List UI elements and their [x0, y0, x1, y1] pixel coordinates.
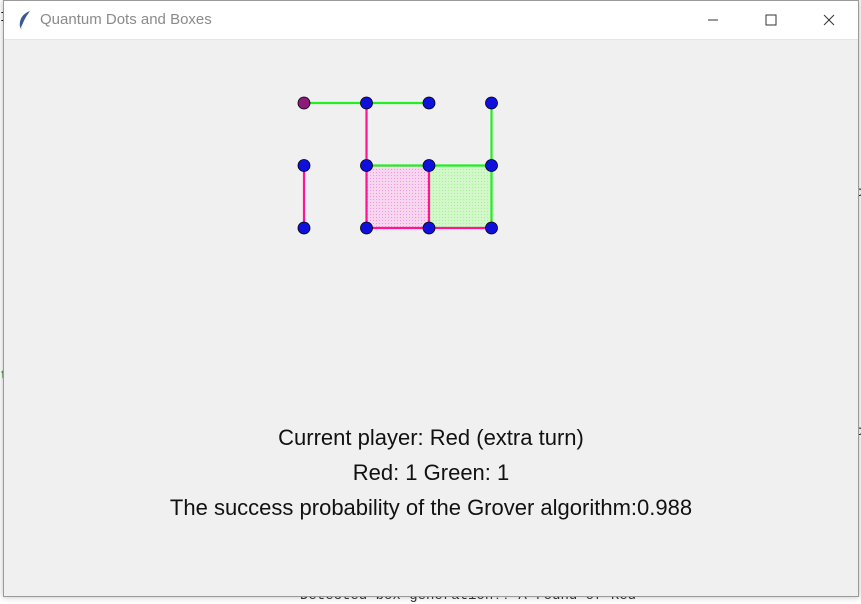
minimize-button[interactable]	[684, 1, 742, 39]
green-box	[429, 165, 492, 228]
app-window: Quantum Dots and Boxes Current player: R…	[3, 0, 859, 597]
score-label: Red: 1 Green: 1	[352, 460, 510, 485]
board-dot[interactable]	[297, 159, 311, 172]
window-title: Quantum Dots and Boxes	[40, 11, 212, 28]
minimize-icon	[708, 19, 718, 21]
board-dot[interactable]	[485, 96, 498, 110]
red-box	[366, 165, 429, 228]
board-dot[interactable]	[485, 159, 498, 172]
probability-label: The success probability of the Grover al…	[169, 495, 693, 520]
maximize-icon	[765, 14, 777, 26]
game-board[interactable]	[4, 40, 858, 400]
title-bar[interactable]: Quantum Dots and Boxes	[4, 1, 858, 40]
maximize-button[interactable]	[742, 1, 800, 39]
board-dot[interactable]	[297, 221, 311, 235]
feather-icon	[19, 11, 30, 29]
board-dot[interactable]	[360, 96, 373, 110]
board-dot[interactable]	[360, 159, 373, 172]
game-canvas[interactable]: Current player: Red (extra turn) Red: 1 …	[4, 40, 858, 596]
selected-dot[interactable]	[297, 96, 311, 110]
close-button[interactable]	[800, 1, 858, 39]
board-dot[interactable]	[422, 159, 436, 172]
board-dot[interactable]	[422, 221, 436, 235]
board-dot[interactable]	[422, 96, 436, 110]
close-icon	[823, 14, 835, 26]
current-player-label: Current player: Red (extra turn)	[278, 425, 584, 450]
board-dot[interactable]	[485, 221, 498, 235]
board-dot[interactable]	[360, 221, 373, 235]
